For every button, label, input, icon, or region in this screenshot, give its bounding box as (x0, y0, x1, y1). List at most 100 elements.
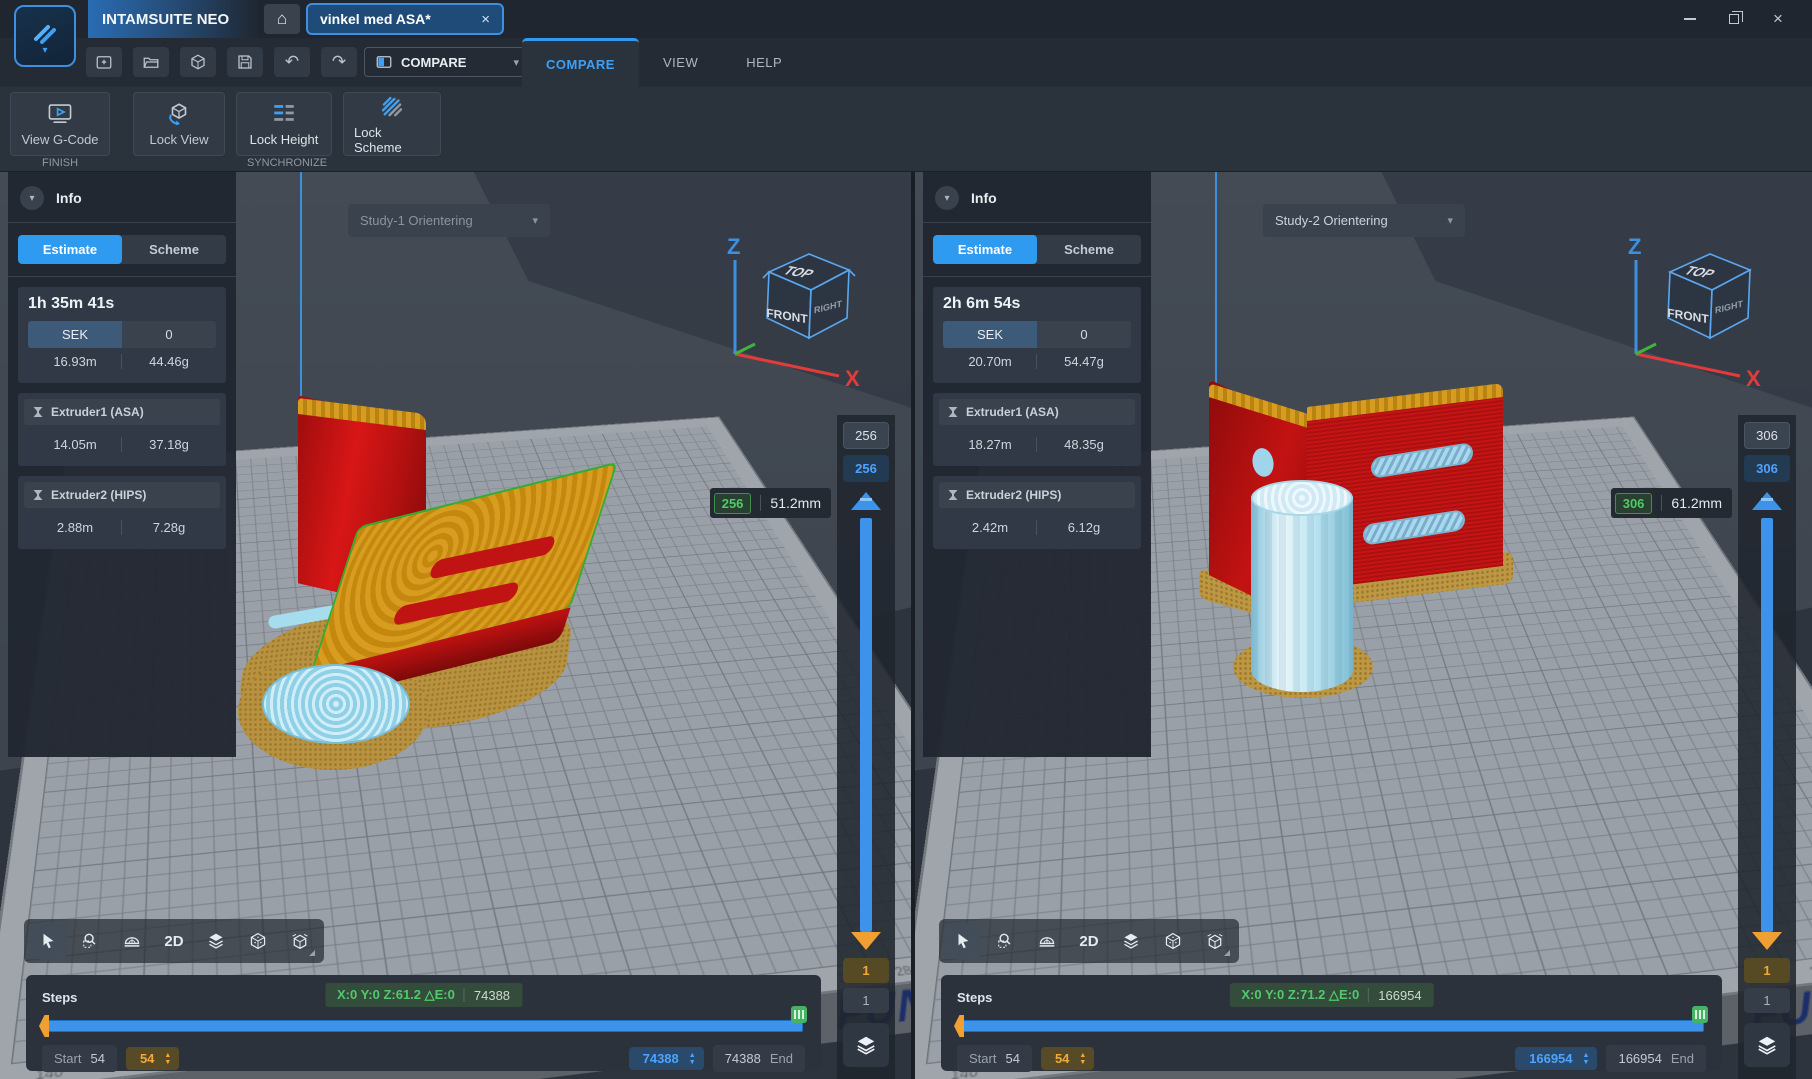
view-toolbar: 2D (939, 919, 1239, 963)
panel-collapse-button[interactable]: ▾ (935, 186, 959, 210)
undo-button[interactable]: ↶ (274, 47, 310, 77)
spin-up-icon[interactable]: ▲ (689, 1052, 696, 1059)
layer-bottom-current[interactable]: 1 (843, 958, 889, 983)
steps-end-handle[interactable] (1692, 1006, 1708, 1023)
layer-view-button[interactable] (1744, 1023, 1790, 1067)
start-step-input[interactable]: 54 ▲▼ (126, 1047, 179, 1070)
spin-down-icon[interactable]: ▼ (689, 1059, 696, 1066)
new-project-button[interactable] (86, 47, 122, 77)
layout-mode-select[interactable]: COMPARE ▾ (364, 47, 530, 77)
panel-title: Info (56, 190, 82, 206)
steps-end-handle[interactable] (791, 1006, 807, 1023)
home-button[interactable]: ⌂ (264, 4, 300, 34)
textured-view-button[interactable] (1155, 923, 1191, 959)
panel-collapse-button[interactable]: ▾ (20, 186, 44, 210)
spin-down-icon[interactable]: ▼ (1583, 1059, 1590, 1066)
app-logo-button[interactable]: ▾ (14, 5, 76, 67)
minimize-button[interactable] (1668, 0, 1712, 38)
start-step-input[interactable]: 54 ▲▼ (1041, 1047, 1094, 1070)
extruder2-weight: 7.28g (122, 514, 216, 541)
layer-slider-top-handle[interactable] (1752, 492, 1782, 510)
layer-top-current[interactable]: 306 (1744, 455, 1790, 482)
layer-slider-top-handle[interactable] (851, 492, 881, 510)
save-button[interactable] (227, 47, 263, 77)
view-cube[interactable]: Z X TOP FRONT RIGHT (721, 232, 871, 390)
toggle-2d-button[interactable]: 2D (156, 923, 192, 959)
gcode-monitor-icon (47, 101, 73, 127)
tab-scheme[interactable]: Scheme (122, 235, 226, 264)
prime-tower[interactable] (1251, 496, 1353, 692)
tab-compare[interactable]: COMPARE (522, 38, 639, 87)
end-step-value: 74388 (643, 1051, 679, 1066)
end-step-value: 166954 (1529, 1051, 1572, 1066)
select-tool-button[interactable] (30, 923, 66, 959)
steps-slider-track[interactable] (959, 1020, 1704, 1032)
close-button[interactable]: × (1756, 0, 1800, 38)
orientation-dropdown-value: Study-2 Orientering (1275, 213, 1388, 228)
layer-view-button[interactable] (843, 1023, 889, 1067)
layer-slider-bottom-handle[interactable] (851, 932, 881, 950)
spin-down-icon[interactable]: ▼ (164, 1059, 171, 1066)
steps-label: Steps (42, 990, 77, 1005)
zoom-region-button[interactable] (72, 923, 108, 959)
tab-estimate[interactable]: Estimate (18, 235, 122, 264)
lock-height-button[interactable]: Lock Height (236, 92, 332, 156)
textured-view-button[interactable] (240, 923, 276, 959)
view-cube[interactable]: Z X TOP FRONT RIGHT (1622, 232, 1772, 390)
layer-top-current[interactable]: 256 (843, 455, 889, 482)
steps-start-handle[interactable] (954, 1015, 964, 1037)
layer-slider-track[interactable] (1738, 492, 1796, 950)
tab-estimate[interactable]: Estimate (933, 235, 1037, 264)
layers-view-button[interactable] (1113, 923, 1149, 959)
viewport-study-1[interactable]: 1401501601701801902002102202302402502602… (0, 172, 911, 1079)
layer-slider-bottom-handle[interactable] (1752, 932, 1782, 950)
clip-view-button[interactable] (1197, 923, 1233, 959)
end-step-input[interactable]: 166954 ▲▼ (1515, 1047, 1597, 1070)
spin-up-icon[interactable]: ▲ (1583, 1052, 1590, 1059)
show-bed-button[interactable] (1029, 923, 1065, 959)
restore-button[interactable] (1712, 0, 1756, 38)
layers-view-button[interactable] (198, 923, 234, 959)
lock-scheme-button[interactable]: Lock Scheme (343, 92, 441, 156)
select-tool-button[interactable] (945, 923, 981, 959)
lock-view-button[interactable]: Lock View (133, 92, 225, 156)
lock-height-icon (271, 101, 297, 127)
spin-down-icon[interactable]: ▼ (1079, 1059, 1086, 1066)
layer-slider-strip: 306 306 1 1 (1738, 415, 1796, 1079)
tab-close-icon[interactable]: × (481, 11, 490, 28)
cursor-icon (954, 932, 972, 950)
open-file-button[interactable] (133, 47, 169, 77)
import-model-button[interactable] (180, 47, 216, 77)
spin-up-icon[interactable]: ▲ (164, 1052, 171, 1059)
end-step-input[interactable]: 74388 ▲▼ (629, 1047, 704, 1070)
steps-slider[interactable] (42, 1015, 805, 1037)
save-icon (236, 53, 254, 71)
document-tab[interactable]: vinkel med ASA* × (306, 3, 504, 35)
toggle-2d-button[interactable]: 2D (1071, 923, 1107, 959)
clip-view-button[interactable] (282, 923, 318, 959)
steps-start-handle[interactable] (39, 1015, 49, 1037)
bed-mesh-icon (123, 932, 141, 950)
view-gcode-button[interactable]: View G-Code (10, 92, 110, 156)
viewport-study-2[interactable]: 1401501601701801902002102202302402502602… (915, 172, 1812, 1079)
steps-slider[interactable] (957, 1015, 1706, 1037)
tab-scheme[interactable]: Scheme (1037, 235, 1141, 264)
zoom-region-button[interactable] (987, 923, 1023, 959)
tab-help[interactable]: HELP (722, 38, 806, 87)
axis-x-label: X (845, 366, 860, 390)
tab-view[interactable]: VIEW (639, 38, 722, 87)
extruder2-length: 2.88m (28, 514, 122, 541)
redo-button[interactable]: ↷ (321, 47, 357, 77)
steps-panel: Steps X:0 Y:0 Z:71.2 △E:0 166954 Start 5… (941, 975, 1722, 1071)
spin-up-icon[interactable]: ▲ (1079, 1052, 1086, 1059)
steps-slider-track[interactable] (44, 1020, 803, 1032)
layer-slider-track[interactable] (837, 492, 895, 950)
layer-bottom-current[interactable]: 1 (1744, 958, 1790, 983)
chevron-down-icon: ▾ (532, 214, 538, 227)
show-bed-button[interactable] (114, 923, 150, 959)
quick-toolbar: ↶ ↷ COMPARE ▾ COMPARE VIEW HELP (0, 38, 1812, 87)
orientation-dropdown[interactable]: Study-2 Orientering ▾ (1263, 204, 1465, 237)
orientation-dropdown[interactable]: Study-1 Orientering ▾ (348, 204, 550, 237)
orientation-dropdown-value: Study-1 Orientering (360, 213, 473, 228)
prime-disc[interactable] (262, 664, 410, 744)
